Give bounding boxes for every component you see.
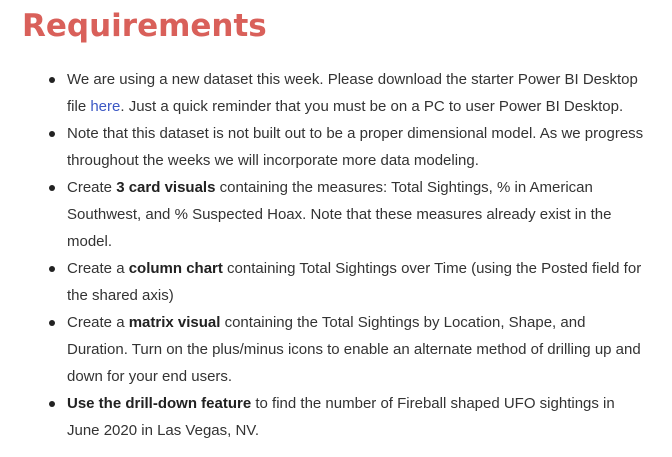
requirement-item-dataset-note: Note that this dataset is not built out …: [0, 120, 672, 174]
bullet-icon: [49, 131, 55, 137]
requirement-text: Note that this dataset is not built out …: [67, 125, 643, 169]
requirement-emphasis: Use the drill-down feature: [67, 395, 252, 412]
requirement-text: Create a column chart containing Total S…: [67, 260, 641, 304]
requirement-text-segment: Note that this dataset is not built out …: [67, 125, 644, 169]
requirement-item-column-chart: Create a column chart containing Total S…: [0, 255, 672, 309]
requirement-item-download: We are using a new dataset this week. Pl…: [0, 66, 672, 120]
requirement-item-matrix-visual: Create a matrix visual containing the To…: [0, 309, 672, 390]
requirement-item-card-visuals: Create 3 card visuals containing the mea…: [0, 174, 672, 255]
bullet-icon: [49, 77, 55, 83]
requirement-emphasis: matrix visual: [128, 314, 221, 331]
requirement-text-segment: Create: [67, 179, 117, 196]
requirement-item-drill-down: Use the drill-down feature to find the n…: [0, 390, 672, 444]
bullet-icon: [49, 185, 55, 191]
requirement-text: We are using a new dataset this week. Pl…: [67, 71, 638, 115]
requirements-heading: Requirements: [22, 8, 267, 44]
requirement-text: Use the drill-down feature to find the n…: [67, 395, 615, 439]
bullet-icon: [49, 401, 55, 407]
requirement-text: Create a matrix visual containing the To…: [67, 314, 641, 385]
here-link[interactable]: here: [90, 98, 120, 115]
requirement-text: Create 3 card visuals containing the mea…: [67, 179, 611, 250]
requirements-list: We are using a new dataset this week. Pl…: [0, 66, 672, 444]
requirement-emphasis: column chart: [128, 260, 223, 277]
requirement-text-segment: Create a: [67, 314, 129, 331]
bullet-icon: [49, 320, 55, 326]
requirement-emphasis: 3 card visuals: [116, 179, 216, 196]
bullet-icon: [49, 266, 55, 272]
requirement-text-segment: Create a: [67, 260, 129, 277]
page: Requirements We are using a new dataset …: [0, 0, 672, 457]
requirement-text-segment: . Just a quick reminder that you must be…: [120, 98, 624, 115]
